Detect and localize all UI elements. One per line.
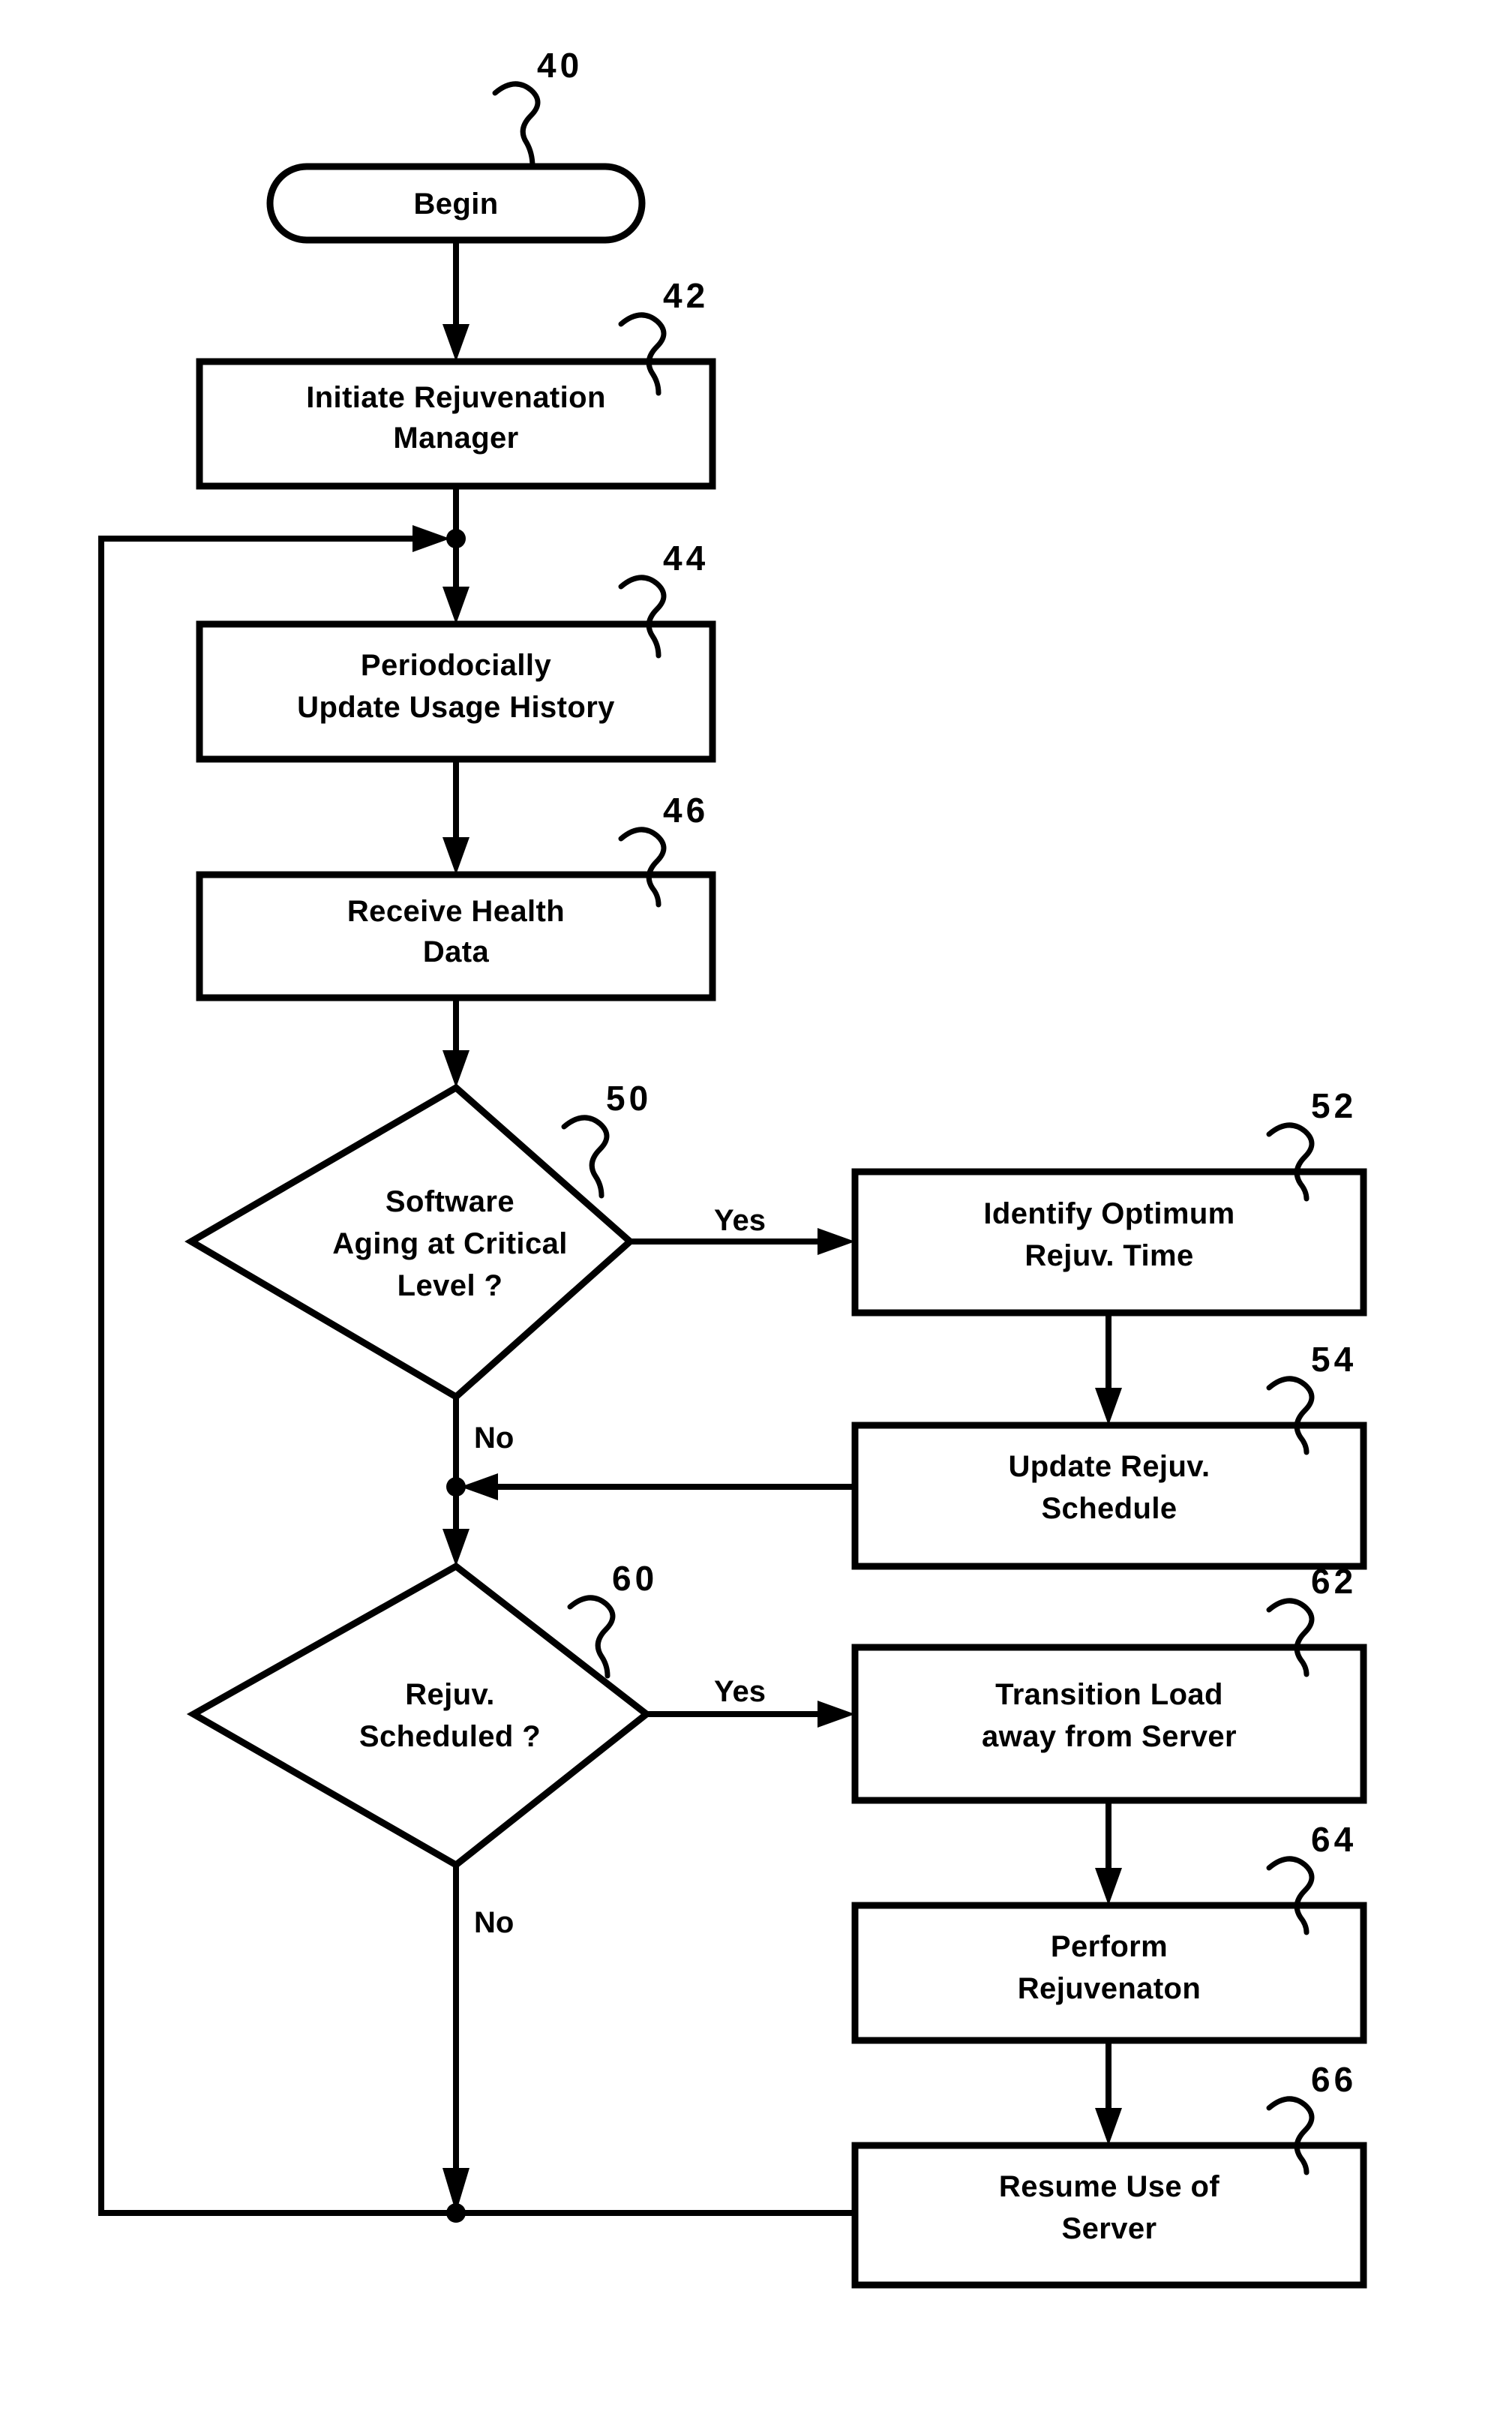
- node-update-rejuv-schedule[interactable]: Update Rejuv. Schedule: [851, 1422, 1367, 1570]
- node-update-rejuv-schedule-line1: Update Rejuv.: [1009, 1450, 1210, 1483]
- node-identify-optimum-time[interactable]: Identify Optimum Rejuv. Time: [851, 1168, 1367, 1317]
- flowchart-figure: Begin Initiate Rejuvenation Manager Peri…: [0, 0, 1512, 2414]
- node-transition-load-line2: away from Server: [982, 1720, 1237, 1753]
- node-initiate-manager-line1: Initiate Rejuvenation: [306, 381, 606, 414]
- node-perform-rejuvenation[interactable]: Perform Rejuvenaton: [851, 1902, 1367, 2044]
- junction-dot-bottom: [446, 2203, 466, 2223]
- ref-label-44: 44: [663, 539, 709, 578]
- node-perform-rejuvenation-line1: Perform: [1051, 1930, 1168, 1963]
- ref-label-40: 40: [537, 46, 583, 85]
- node-update-usage-history[interactable]: Periodocially Update Usage History: [196, 620, 716, 763]
- node-identify-optimum-time-line2: Rejuv. Time: [1024, 1239, 1193, 1272]
- ref-label-52: 52: [1311, 1086, 1357, 1125]
- node-resume-use-of-server[interactable]: Resume Use of Server: [851, 2142, 1367, 2289]
- ref-label-62: 62: [1311, 1562, 1357, 1601]
- node-resume-use-of-server-line2: Server: [1062, 2212, 1157, 2245]
- ref-leader-60: 60: [567, 1559, 658, 1679]
- node-receive-health-data[interactable]: Receive Health Data: [196, 871, 716, 1001]
- node-software-aging-line2: Aging at Critical: [332, 1227, 568, 1260]
- node-software-aging-decision[interactable]: Software Aging at Critical Level ?: [184, 1083, 635, 1401]
- ref-label-46: 46: [663, 791, 709, 830]
- node-transition-load-line1: Transition Load: [995, 1678, 1223, 1711]
- node-rejuv-scheduled-line1: Rejuv.: [405, 1678, 494, 1711]
- ref-leader-50: 50: [561, 1079, 652, 1199]
- node-perform-rejuvenation-line2: Rejuvenaton: [1018, 1972, 1201, 2005]
- connector-junction-to-60: [442, 1487, 470, 1566]
- branch-label-scheduled-yes: Yes: [714, 1675, 766, 1708]
- node-software-aging-line3: Level ?: [398, 1269, 503, 1302]
- ref-label-54: 54: [1311, 1340, 1357, 1379]
- node-identify-optimum-time-line1: Identify Optimum: [983, 1197, 1234, 1230]
- node-begin[interactable]: Begin: [266, 163, 646, 244]
- ref-leader-40: 40: [492, 46, 583, 170]
- connector-junction-to-44: [442, 539, 470, 624]
- ref-label-50: 50: [606, 1079, 652, 1118]
- connector-52-to-54: [1095, 1313, 1122, 1425]
- node-resume-use-of-server-line1: Resume Use of: [999, 2170, 1220, 2203]
- branch-label-aging-yes: Yes: [714, 1204, 766, 1237]
- flowchart-canvas: Begin Initiate Rejuvenation Manager Peri…: [98, 46, 1367, 2289]
- node-begin-label: Begin: [413, 188, 498, 221]
- node-update-usage-history-line2: Update Usage History: [297, 691, 615, 724]
- connector-62-to-64: [1095, 1800, 1122, 1905]
- node-receive-health-data-line2: Data: [423, 935, 490, 968]
- connector-60-no-down: [442, 1865, 470, 2213]
- node-initiate-manager-line2: Manager: [393, 422, 518, 455]
- branch-label-scheduled-no: No: [474, 1906, 514, 1939]
- ref-label-64: 64: [1311, 1820, 1357, 1859]
- ref-label-42: 42: [663, 276, 709, 315]
- ref-label-66: 66: [1311, 2060, 1357, 2099]
- node-rejuv-scheduled-line2: Scheduled ?: [359, 1720, 541, 1753]
- ref-label-60: 60: [612, 1559, 658, 1598]
- node-transition-load[interactable]: Transition Load away from Server: [851, 1644, 1367, 1804]
- connector-46-to-50: [442, 998, 470, 1088]
- connector-54-to-no-junction: [460, 1473, 855, 1500]
- node-rejuv-scheduled-decision[interactable]: Rejuv. Scheduled ?: [186, 1562, 652, 1869]
- node-initiate-manager[interactable]: Initiate Rejuvenation Manager: [196, 358, 716, 490]
- node-update-usage-history-line1: Periodocially: [361, 649, 552, 682]
- node-receive-health-data-line1: Receive Health: [347, 895, 565, 928]
- branch-label-aging-no: No: [474, 1422, 514, 1455]
- node-update-rejuv-schedule-line2: Schedule: [1041, 1492, 1177, 1525]
- node-software-aging-line1: Software: [386, 1185, 514, 1218]
- connector-64-to-66: [1095, 2040, 1122, 2145]
- connector-begin-to-42: [442, 240, 470, 362]
- connector-44-to-46: [442, 759, 470, 875]
